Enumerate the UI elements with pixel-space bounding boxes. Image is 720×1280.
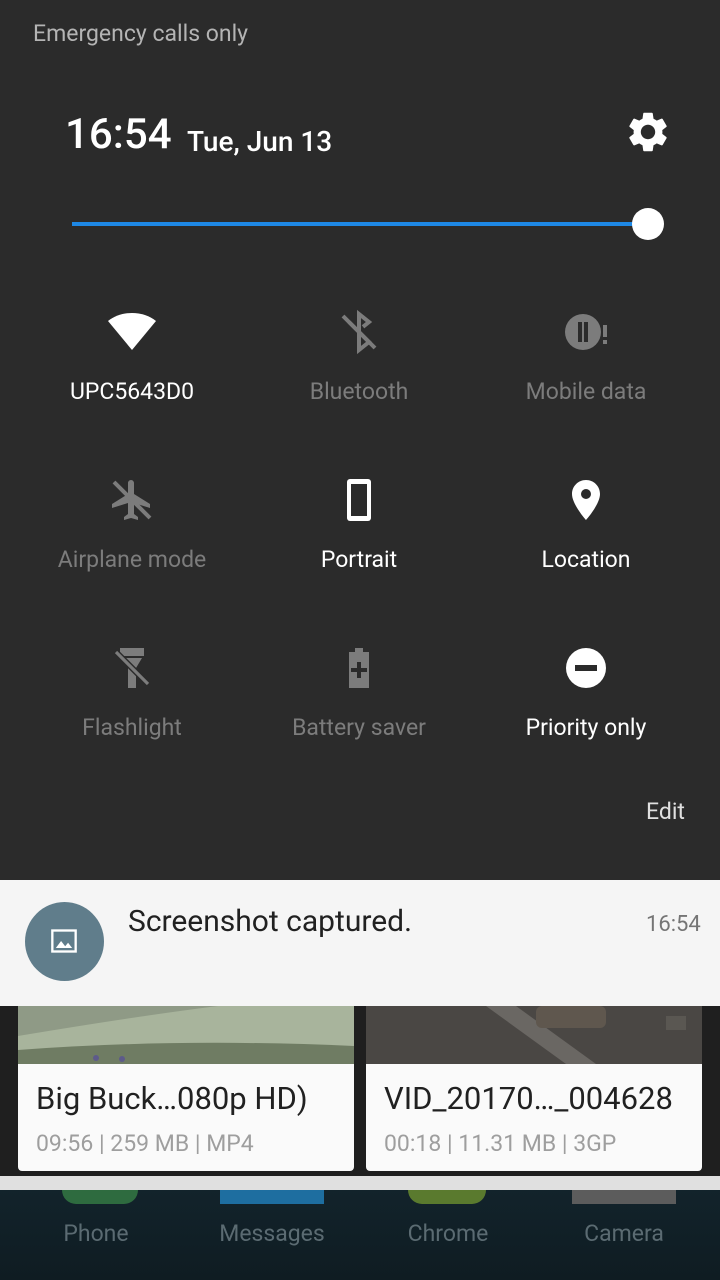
video-title: VID_20170…_004628	[384, 1080, 673, 1117]
messages-app-icon	[220, 1190, 324, 1204]
video-card-2[interactable]: VID_20170…_004628 00:18 | 11.31 MB | 3GP	[366, 1006, 702, 1171]
tile-label: UPC5643D0	[69, 378, 195, 405]
edit-button[interactable]: Edit	[646, 798, 685, 825]
video-thumbnail	[18, 1006, 354, 1064]
carrier-status: Emergency calls only	[33, 20, 249, 47]
screenshot-notification[interactable]: Screenshot captured. 16:54	[0, 880, 720, 1006]
video-card-1[interactable]: Big Buck…080p HD) 09:56 | 259 MB | MP4	[18, 1006, 354, 1171]
image-icon	[51, 929, 77, 953]
tile-battery-saver[interactable]: Battery saver	[249, 644, 469, 784]
tile-location[interactable]: Location	[476, 476, 696, 616]
tile-label: Bluetooth	[309, 378, 409, 405]
dock-app-phone[interactable]: Phone	[8, 1220, 184, 1247]
tile-wifi[interactable]: UPC5643D0	[22, 308, 242, 448]
chrome-app-icon	[408, 1190, 486, 1204]
tile-portrait[interactable]: Portrait	[249, 476, 469, 616]
airplane-icon	[112, 480, 152, 520]
mobile-data-icon	[565, 314, 607, 350]
camera-app-icon	[572, 1190, 676, 1204]
clock: 16:54	[65, 110, 172, 159]
video-thumbnail	[366, 1006, 702, 1064]
tile-bluetooth[interactable]: Bluetooth	[249, 308, 469, 448]
app-dock: Phone Messages Chrome Camera	[0, 1190, 720, 1280]
tile-label: Airplane mode	[57, 546, 207, 573]
tile-label: Battery saver	[292, 714, 426, 741]
quick-settings-panel: Emergency calls only 16:54 Tue, Jun 13 U…	[0, 0, 720, 880]
date: Tue, Jun 13	[187, 125, 333, 158]
settings-gear-icon[interactable]	[624, 108, 672, 156]
tile-flashlight[interactable]: Flashlight	[22, 644, 242, 784]
video-meta: 00:18 | 11.31 MB | 3GP	[384, 1130, 617, 1157]
battery-saver-icon	[349, 648, 369, 688]
tile-label: Portrait	[320, 546, 398, 573]
video-meta: 09:56 | 259 MB | MP4	[36, 1130, 254, 1157]
dock-app-chrome[interactable]: Chrome	[360, 1220, 536, 1247]
phone-app-icon	[62, 1190, 138, 1204]
tile-label: Flashlight	[82, 714, 182, 741]
bluetooth-off-icon	[341, 309, 377, 355]
tile-label: Priority only	[525, 714, 647, 741]
brightness-slider[interactable]	[72, 222, 650, 226]
dock-app-messages[interactable]: Messages	[184, 1220, 360, 1247]
location-icon	[572, 480, 600, 520]
brightness-slider-thumb[interactable]	[632, 208, 664, 240]
divider	[0, 1176, 720, 1190]
wifi-icon	[108, 313, 156, 350]
background-app-content: Big Buck…080p HD) 09:56 | 259 MB | MP4 V…	[0, 1006, 720, 1280]
tile-priority-only[interactable]: Priority only	[476, 644, 696, 784]
tile-mobile-data[interactable]: Mobile data	[476, 308, 696, 448]
notification-title: Screenshot captured.	[128, 904, 413, 939]
notification-avatar	[25, 902, 104, 981]
dock-app-camera[interactable]: Camera	[536, 1220, 712, 1247]
tile-airplane-mode[interactable]: Airplane mode	[22, 476, 242, 616]
tile-label: Location	[541, 546, 631, 573]
priority-only-icon	[566, 648, 606, 688]
notification-time: 16:54	[646, 912, 701, 937]
tile-label: Mobile data	[525, 378, 647, 405]
video-title: Big Buck…080p HD)	[36, 1080, 308, 1117]
flashlight-off-icon	[113, 648, 151, 688]
portrait-icon	[347, 479, 371, 521]
